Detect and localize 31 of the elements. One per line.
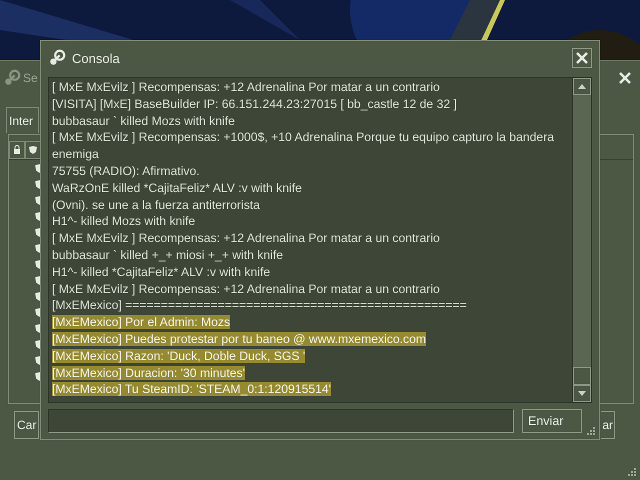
window-title: Consola bbox=[72, 50, 120, 66]
close-icon[interactable] bbox=[618, 71, 632, 85]
window-title: Se bbox=[23, 71, 38, 85]
command-input[interactable] bbox=[48, 409, 514, 433]
scrollbar[interactable] bbox=[572, 78, 591, 402]
log-line: [ MxE MxEvilz ] Recompensas: +12 Adrenalina Por matar a un contrario bbox=[52, 282, 440, 296]
steam-logo-icon bbox=[48, 49, 66, 67]
cancel-button[interactable]: Car bbox=[14, 411, 39, 439]
scroll-up-icon[interactable] bbox=[578, 84, 586, 89]
log-line: (Ovni). se une a la fuerza antiterrorista bbox=[52, 198, 260, 212]
resize-grip-icon[interactable] bbox=[586, 426, 595, 435]
scroll-down-icon[interactable] bbox=[578, 391, 586, 396]
log-line: bubbasaur ` killed Mozs with knife bbox=[52, 114, 235, 128]
scroll-thumb[interactable] bbox=[573, 367, 591, 385]
log-line: H1^- killed Mozs with knife bbox=[52, 214, 196, 228]
log-line: 75755 (RADIO): Afirmativo. bbox=[52, 164, 200, 178]
log-line: [ MxE MxEvilz ] Recompensas: +12 Adrenalina Por matar a un contrario bbox=[52, 231, 440, 246]
resize-grip-icon[interactable] bbox=[627, 467, 636, 476]
log-line: [VISITA] [MxE] BaseBuilder IP: 66.151.244.23:27015 [ bb_castle 12 de 32 ] bbox=[52, 96, 457, 111]
send-button[interactable]: Enviar bbox=[522, 409, 582, 433]
tab[interactable]: Inter bbox=[6, 107, 39, 133]
log-line: H1^- killed *CajitaFeliz* ALV :v with knife bbox=[52, 264, 270, 279]
lock-icon[interactable] bbox=[9, 141, 25, 159]
steam-logo-icon bbox=[3, 69, 21, 87]
log-line: [ MxE MxEvilz ] Recompensas: +1000$, +10 Adrenalina Porque tu equipo capturo la bandera enemiga bbox=[52, 130, 554, 162]
log-line: bubbasaur ` killed +_+ miosi +_+ with knife bbox=[52, 248, 284, 262]
close-button[interactable] bbox=[572, 48, 592, 68]
log-line: WaRzOnE killed *CajitaFeliz* ALV :v with knife bbox=[52, 180, 302, 195]
log-line: [ MxE MxEvilz ] Recompensas: +12 Adrenalina Por matar a un contrario bbox=[52, 80, 440, 94]
action-button[interactable]: ar bbox=[601, 411, 615, 439]
log-line: [MxEMexico] ================================================ bbox=[52, 298, 467, 312]
